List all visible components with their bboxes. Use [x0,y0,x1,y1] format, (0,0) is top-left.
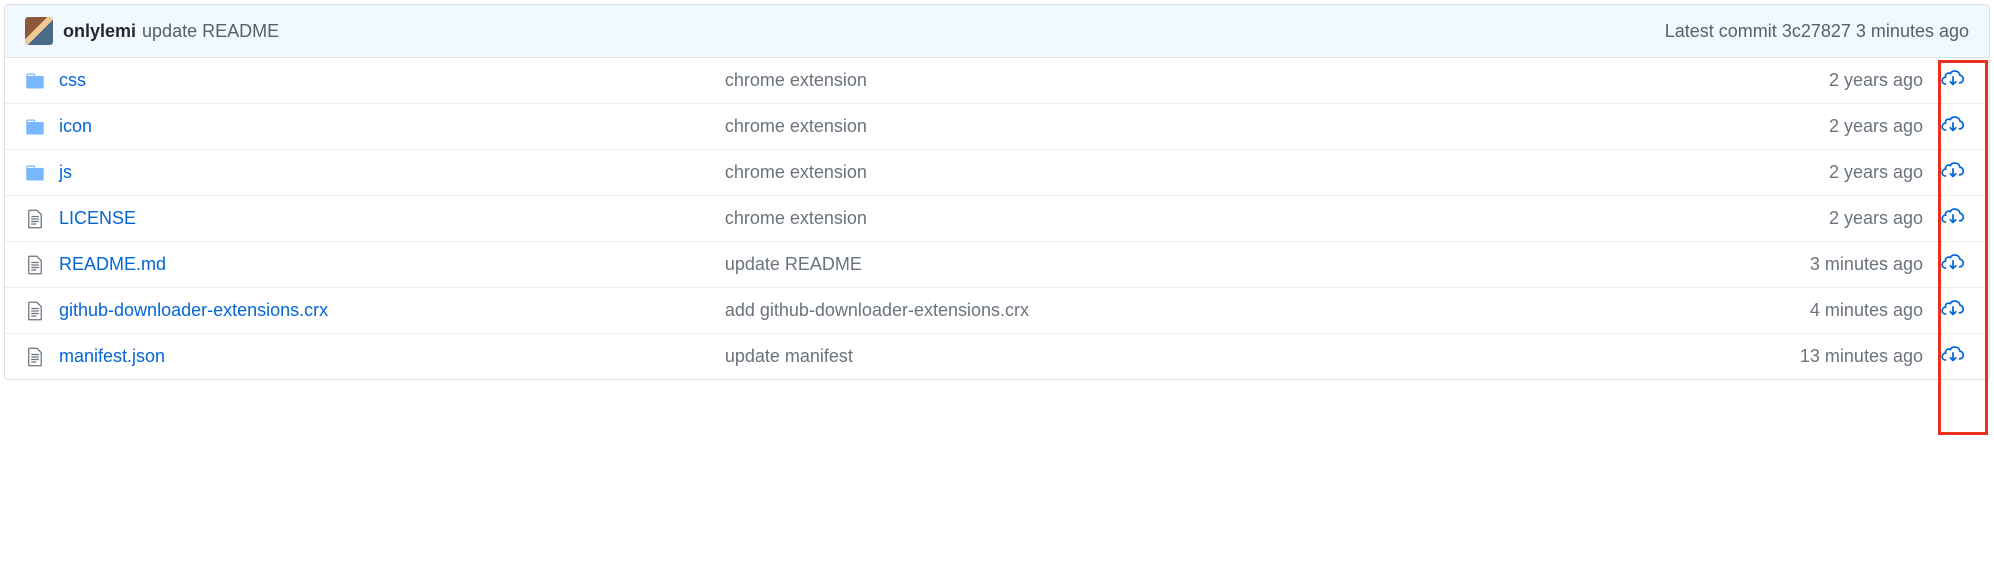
file-age: 2 years ago [1743,162,1923,183]
file-row: LICENSE chrome extension 2 years ago [5,195,1989,241]
file-name-link[interactable]: icon [59,116,92,137]
commit-author[interactable]: onlylemi [63,21,136,42]
file-commit-message[interactable]: add github-downloader-extensions.crx [725,300,1743,321]
avatar[interactable] [25,17,53,45]
download-icon[interactable] [1940,114,1966,134]
file-row: css chrome extension 2 years ago [5,58,1989,103]
download-icon[interactable] [1940,298,1966,318]
file-icon [25,301,45,321]
download-icon[interactable] [1940,68,1966,88]
folder-icon [25,163,45,183]
file-icon [25,255,45,275]
file-icon [25,347,45,367]
commit-message[interactable]: update README [142,21,279,42]
file-commit-message[interactable]: chrome extension [725,162,1743,183]
file-commit-message[interactable]: chrome extension [725,116,1743,137]
commit-sha[interactable]: 3c27827 [1782,21,1851,41]
file-name-link[interactable]: LICENSE [59,208,136,229]
download-icon[interactable] [1940,252,1966,272]
file-commit-message[interactable]: update manifest [725,346,1743,367]
download-icon[interactable] [1940,160,1966,180]
file-row: js chrome extension 2 years ago [5,149,1989,195]
file-commit-message[interactable]: chrome extension [725,208,1743,229]
file-row: manifest.json update manifest 13 minutes… [5,333,1989,379]
file-name-link[interactable]: js [59,162,72,183]
download-icon[interactable] [1940,206,1966,226]
file-age: 2 years ago [1743,208,1923,229]
file-name-link[interactable]: README.md [59,254,166,275]
folder-icon [25,117,45,137]
file-name-link[interactable]: github-downloader-extensions.crx [59,300,328,321]
file-name-link[interactable]: css [59,70,86,91]
commit-age: 3 minutes ago [1856,21,1969,41]
file-list: onlylemi update README Latest commit 3c2… [4,4,1990,380]
commit-header: onlylemi update README Latest commit 3c2… [5,5,1989,58]
file-age: 2 years ago [1743,70,1923,91]
folder-icon [25,71,45,91]
file-icon [25,209,45,229]
file-name-link[interactable]: manifest.json [59,346,165,367]
file-age: 4 minutes ago [1743,300,1923,321]
download-icon[interactable] [1940,344,1966,364]
file-age: 2 years ago [1743,116,1923,137]
file-row: github-downloader-extensions.crx add git… [5,287,1989,333]
commit-info: Latest commit 3c27827 3 minutes ago [1665,21,1969,42]
file-commit-message[interactable]: chrome extension [725,70,1743,91]
file-row: README.md update README 3 minutes ago [5,241,1989,287]
file-age: 13 minutes ago [1743,346,1923,367]
latest-commit-label: Latest commit [1665,21,1777,41]
file-row: icon chrome extension 2 years ago [5,103,1989,149]
file-commit-message[interactable]: update README [725,254,1743,275]
file-age: 3 minutes ago [1743,254,1923,275]
